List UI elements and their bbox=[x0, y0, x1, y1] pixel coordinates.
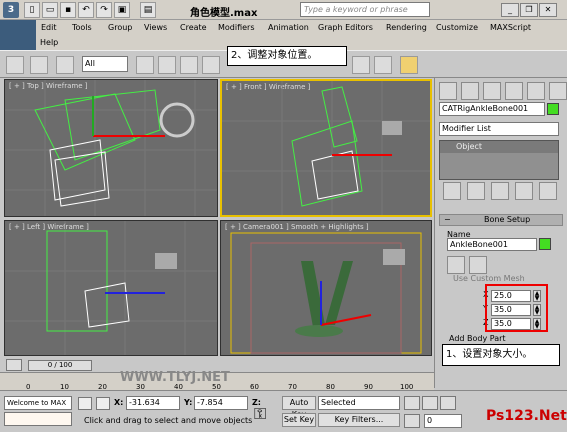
current-frame-field[interactable]: 0 bbox=[424, 414, 462, 428]
modifier-stack: Object bbox=[439, 140, 559, 180]
select-and-move-icon[interactable] bbox=[352, 56, 370, 74]
open-file-icon[interactable]: ▭ bbox=[42, 2, 58, 18]
viewport-front[interactable]: [ + ] Front ] Wireframe ] bbox=[220, 79, 432, 217]
viewport-camera[interactable]: [ + ] Camera001 ] Smooth + Highlights ] bbox=[220, 220, 432, 356]
redo-icon[interactable]: ↷ bbox=[96, 2, 112, 18]
pin-stack-icon[interactable] bbox=[443, 182, 461, 200]
object-color-swatch[interactable] bbox=[547, 103, 559, 115]
bone-name-field[interactable]: AnkleBone001 bbox=[447, 238, 537, 251]
highlight-box bbox=[485, 284, 548, 332]
close-icon[interactable]: ✕ bbox=[539, 3, 557, 17]
front-view-wireframe bbox=[222, 81, 430, 215]
bind-space-warp-icon[interactable] bbox=[56, 56, 74, 74]
y-coordinate[interactable]: -7.854 bbox=[194, 396, 248, 410]
go-to-start-icon[interactable] bbox=[404, 396, 420, 410]
new-file-icon[interactable]: ▯ bbox=[24, 2, 40, 18]
app-logo[interactable]: 3 bbox=[3, 2, 19, 18]
search-input[interactable]: Type a keyword or phrase bbox=[300, 2, 430, 17]
window-crossing-icon[interactable] bbox=[202, 56, 220, 74]
selection-filter-select[interactable]: All bbox=[82, 56, 128, 72]
watermark-site: Ps123.Net bbox=[486, 408, 567, 424]
region-select-icon[interactable] bbox=[180, 56, 198, 74]
x-label: X: bbox=[114, 398, 124, 407]
left-view-wireframe bbox=[5, 221, 217, 355]
watermark-url: WWW.TLYJ.NET bbox=[120, 370, 230, 385]
max-logo[interactable] bbox=[0, 20, 36, 50]
callout-set-size: 1、设置对象大小。 bbox=[442, 344, 560, 366]
set-key-button[interactable]: Set Key bbox=[282, 413, 316, 427]
bone-setup-rollout[interactable]: − Bone Setup bbox=[439, 214, 563, 226]
prompt-line: Click and drag to select and move object… bbox=[84, 416, 253, 425]
save-file-icon[interactable]: ▪ bbox=[60, 2, 76, 18]
menu-rendering[interactable]: Rendering bbox=[386, 23, 427, 32]
menu-edit[interactable]: Edit bbox=[41, 23, 57, 32]
undo-icon[interactable]: ↶ bbox=[78, 2, 94, 18]
camera-view-render bbox=[230, 232, 422, 354]
menu-maxscript[interactable]: MAXScript bbox=[490, 23, 531, 32]
lock-icon[interactable] bbox=[78, 397, 92, 410]
menu-customize[interactable]: Customize bbox=[436, 23, 478, 32]
key-filters-button[interactable]: Key Filters... bbox=[318, 413, 400, 427]
rollout-title: Bone Setup bbox=[484, 215, 531, 224]
motion-tab-icon[interactable] bbox=[505, 82, 523, 100]
select-object-icon[interactable] bbox=[136, 56, 154, 74]
maxscript-output[interactable] bbox=[4, 412, 72, 426]
select-by-name-icon[interactable] bbox=[158, 56, 176, 74]
auto-key-button[interactable]: Auto Key bbox=[282, 396, 316, 419]
rollout-collapse-icon: − bbox=[444, 215, 451, 224]
title-bar: 3 ▯ ▭ ▪ ↶ ↷ ▣ ▤ 角色模型.max Type a keyword … bbox=[0, 0, 567, 20]
unlink-icon[interactable] bbox=[30, 56, 48, 74]
frame-counter[interactable]: 0 / 100 bbox=[28, 360, 92, 371]
top-view-wireframe bbox=[5, 80, 217, 216]
menu-help[interactable]: Help bbox=[40, 38, 58, 47]
open-mini-curve-icon[interactable] bbox=[6, 359, 22, 371]
display-tab-icon[interactable] bbox=[527, 82, 545, 100]
mesh-icon[interactable] bbox=[447, 256, 465, 274]
utilities-tab-icon[interactable] bbox=[549, 82, 567, 100]
absolute-mode-icon[interactable] bbox=[96, 397, 110, 410]
minimize-icon[interactable]: _ bbox=[501, 3, 519, 17]
y-label: Y: bbox=[184, 398, 193, 407]
modifier-list-select[interactable]: Modifier List bbox=[439, 122, 559, 136]
menu-group[interactable]: Group bbox=[108, 23, 132, 32]
menu-modifiers[interactable]: Modifiers bbox=[218, 23, 255, 32]
previous-frame-icon[interactable] bbox=[422, 396, 438, 410]
modify-tab-icon[interactable] bbox=[461, 82, 479, 100]
key-mode-select[interactable]: Selected bbox=[318, 396, 400, 410]
remove-modifier-icon[interactable] bbox=[515, 182, 533, 200]
show-end-result-icon[interactable] bbox=[467, 182, 485, 200]
command-panel: CATRigAnkleBone001 Modifier List Object … bbox=[434, 78, 567, 388]
restore-icon[interactable]: ❐ bbox=[520, 3, 538, 17]
menu-create[interactable]: Create bbox=[180, 23, 207, 32]
configure-sets-icon[interactable] bbox=[539, 182, 557, 200]
maxscript-listener[interactable]: Welcome to MAX bbox=[4, 396, 72, 410]
x-coordinate[interactable]: -31.634 bbox=[126, 396, 180, 410]
hold-icon[interactable]: ▣ bbox=[114, 2, 130, 18]
viewport-top[interactable]: [ + ] Top ] Wireframe ] bbox=[4, 79, 218, 217]
add-body-part-label: Add Body Part bbox=[449, 334, 506, 343]
play-icon[interactable] bbox=[440, 396, 456, 410]
bone-icon[interactable] bbox=[469, 256, 487, 274]
viewport-left[interactable]: [ + ] Left ] Wireframe ] bbox=[4, 220, 218, 356]
use-custom-mesh-checkbox[interactable]: Use Custom Mesh bbox=[453, 274, 525, 283]
project-folder-icon[interactable]: ▤ bbox=[140, 2, 156, 18]
menu-animation[interactable]: Animation bbox=[268, 23, 309, 32]
key-mode-toggle-icon[interactable] bbox=[404, 414, 420, 428]
callout-adjust-position: 2、调整对象位置。 bbox=[227, 46, 347, 66]
menu-graph-editors[interactable]: Graph Editors bbox=[318, 23, 373, 32]
make-unique-icon[interactable] bbox=[491, 182, 509, 200]
bone-color-swatch[interactable] bbox=[539, 238, 551, 250]
stack-item-object[interactable]: Object bbox=[440, 141, 558, 153]
link-icon[interactable] bbox=[6, 56, 24, 74]
menu-views[interactable]: Views bbox=[144, 23, 167, 32]
key-icon[interactable]: ⚿ bbox=[254, 404, 266, 424]
named-selection-icon[interactable] bbox=[374, 56, 392, 74]
document-title: 角色模型.max bbox=[190, 8, 258, 19]
create-tab-icon[interactable] bbox=[439, 82, 457, 100]
object-name-field[interactable]: CATRigAnkleBone001 bbox=[439, 102, 545, 116]
window-controls: _ ❐ ✕ bbox=[500, 3, 557, 17]
hierarchy-tab-icon[interactable] bbox=[483, 82, 501, 100]
menu-tools[interactable]: Tools bbox=[72, 23, 92, 32]
select-and-manipulate-icon[interactable] bbox=[400, 56, 418, 74]
